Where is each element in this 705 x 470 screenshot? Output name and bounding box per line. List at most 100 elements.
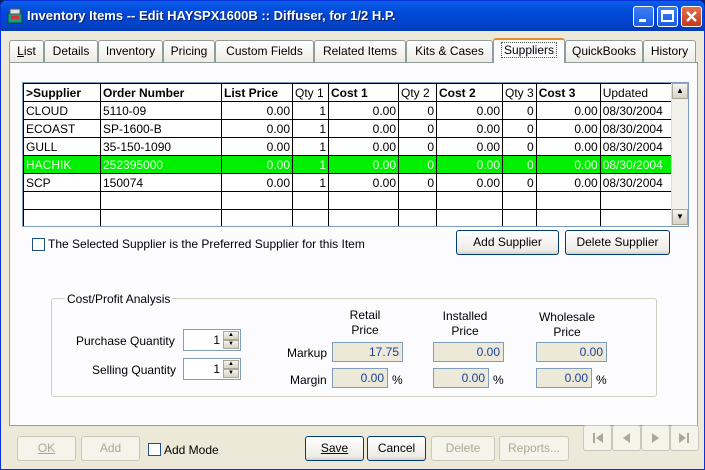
title-bar[interactable]: Inventory Items -- Edit HAYSPX1600B :: D… <box>1 1 704 31</box>
table-cell[interactable]: 0 <box>502 155 537 174</box>
tab-history[interactable]: History <box>643 40 696 62</box>
tab-quickbooks[interactable]: QuickBooks <box>565 40 643 62</box>
table-cell[interactable]: 0.00 <box>436 137 503 156</box>
next-record-button[interactable] <box>641 425 670 451</box>
selling-quantity-down[interactable]: ▼ <box>223 369 239 378</box>
table-cell[interactable]: 0 <box>502 101 537 120</box>
add-button[interactable]: Add <box>81 436 140 461</box>
selling-quantity-stepper[interactable]: 1 ▲ ▼ <box>183 358 241 380</box>
table-cell[interactable]: 08/30/2004 <box>599 101 677 120</box>
preferred-supplier-checkbox[interactable] <box>32 238 45 251</box>
table-cell[interactable]: 1 <box>292 173 329 192</box>
table-cell[interactable] <box>221 191 293 210</box>
tab-custom-fields[interactable]: Custom Fields <box>215 40 314 62</box>
maximize-button[interactable] <box>657 6 678 27</box>
table-cell[interactable] <box>100 209 222 226</box>
grid-header-cell[interactable]: Qty 3 <box>502 83 537 102</box>
grid-header-cell[interactable]: Cost 2 <box>436 83 503 102</box>
table-cell[interactable]: 0 <box>502 119 537 138</box>
table-cell[interactable] <box>328 209 399 226</box>
table-cell[interactable]: HACHIK <box>23 155 101 174</box>
purchase-quantity-down[interactable]: ▼ <box>223 340 239 349</box>
table-cell[interactable]: 0.00 <box>221 155 293 174</box>
table-cell[interactable]: 0.00 <box>328 101 399 120</box>
delete-button[interactable]: Delete <box>431 436 495 461</box>
table-cell[interactable]: 0.00 <box>535 155 601 174</box>
table-cell[interactable] <box>599 209 677 226</box>
table-cell[interactable]: 0 <box>398 155 437 174</box>
add-supplier-button[interactable]: Add Supplier <box>456 230 559 255</box>
grid-header-cell[interactable]: List Price <box>221 83 293 102</box>
table-cell[interactable] <box>535 209 601 226</box>
table-cell[interactable]: SP-1600-B <box>100 119 222 138</box>
table-cell[interactable]: 0.00 <box>221 101 293 120</box>
purchase-quantity-up[interactable]: ▲ <box>223 331 239 340</box>
save-button[interactable]: Save <box>305 436 364 461</box>
table-cell[interactable]: 0.00 <box>436 101 503 120</box>
table-cell[interactable] <box>599 191 677 210</box>
table-cell[interactable]: 252395000 <box>100 155 222 174</box>
table-cell[interactable]: SCP <box>23 173 101 192</box>
table-cell[interactable] <box>502 209 537 226</box>
grid-header-cell[interactable]: >Supplier <box>23 83 101 102</box>
table-cell[interactable]: 1 <box>292 137 329 156</box>
table-cell[interactable] <box>328 191 399 210</box>
table-cell[interactable]: 0.00 <box>328 119 399 138</box>
table-cell[interactable] <box>292 191 329 210</box>
cancel-button[interactable]: Cancel <box>367 436 426 461</box>
table-cell[interactable] <box>502 191 537 210</box>
table-cell[interactable]: 0.00 <box>221 137 293 156</box>
table-cell[interactable] <box>23 191 101 210</box>
table-cell[interactable]: 5110-09 <box>100 101 222 120</box>
tab-details[interactable]: Details <box>44 40 98 62</box>
scroll-up-button[interactable]: ▲ <box>672 83 688 99</box>
tab-suppliers[interactable]: Suppliers <box>493 38 565 63</box>
grid-header-cell[interactable]: Cost 1 <box>328 83 399 102</box>
table-cell[interactable]: 0.00 <box>328 137 399 156</box>
table-cell[interactable] <box>292 209 329 226</box>
scroll-down-button[interactable]: ▼ <box>672 209 688 225</box>
tab-related-items[interactable]: Related Items <box>314 40 406 62</box>
grid-header-cell[interactable]: Qty 1 <box>292 83 329 102</box>
table-cell[interactable] <box>221 209 293 226</box>
tab-pricing[interactable]: Pricing <box>163 40 215 62</box>
table-cell[interactable] <box>398 209 437 226</box>
table-cell[interactable] <box>398 191 437 210</box>
table-cell[interactable]: 0 <box>502 137 537 156</box>
table-cell[interactable] <box>436 191 503 210</box>
table-cell[interactable]: 0 <box>502 173 537 192</box>
table-row[interactable]: SCP 150074 0.00 1 0.00 0 0.00 0 0.00 08/30/2004 <box>23 173 677 192</box>
table-cell[interactable]: 35-150-1090 <box>100 137 222 156</box>
grid-header-cell[interactable]: Cost 3 <box>535 83 601 102</box>
grid-vertical-scrollbar[interactable]: ▲ ▼ <box>671 83 688 226</box>
reports-button[interactable]: Reports... <box>499 436 569 461</box>
table-cell[interactable]: 0.00 <box>535 137 601 156</box>
table-cell[interactable]: 08/30/2004 <box>599 119 677 138</box>
table-cell[interactable] <box>23 209 101 226</box>
table-cell[interactable]: 0 <box>398 119 437 138</box>
table-cell[interactable]: GULL <box>23 137 101 156</box>
table-cell[interactable]: 0.00 <box>436 155 503 174</box>
table-cell[interactable]: CLOUD <box>23 101 101 120</box>
table-cell[interactable]: 0 <box>398 173 437 192</box>
table-cell[interactable]: 0 <box>398 101 437 120</box>
table-cell[interactable]: 0.00 <box>328 155 399 174</box>
first-record-button[interactable] <box>583 425 612 451</box>
table-cell[interactable]: 0.00 <box>436 119 503 138</box>
tab-kits-cases[interactable]: Kits & Cases <box>406 40 493 62</box>
table-row[interactable]: ECOAST SP-1600-B 0.00 1 0.00 0 0.00 0 0.00 08/30/… <box>23 119 677 138</box>
table-cell[interactable]: ECOAST <box>23 119 101 138</box>
table-cell[interactable]: 08/30/2004 <box>599 137 677 156</box>
table-cell[interactable]: 08/30/2004 <box>599 173 677 192</box>
tab-inventory[interactable]: Inventory <box>98 40 163 62</box>
table-row[interactable]: CLOUD 5110-09 0.00 1 0.00 0 0.00 0 0.00 08/30/200… <box>23 101 677 120</box>
table-cell[interactable] <box>436 209 503 226</box>
grid-header-cell[interactable]: Order Number <box>100 83 222 102</box>
table-cell[interactable]: 1 <box>292 101 329 120</box>
ok-button[interactable]: OK <box>17 436 76 461</box>
grid-header-cell[interactable]: Updated <box>599 83 677 102</box>
grid-header-cell[interactable]: Qty 2 <box>398 83 437 102</box>
table-cell[interactable] <box>535 191 601 210</box>
table-cell[interactable]: 0.00 <box>535 173 601 192</box>
table-cell[interactable]: 08/30/2004 <box>599 155 677 174</box>
